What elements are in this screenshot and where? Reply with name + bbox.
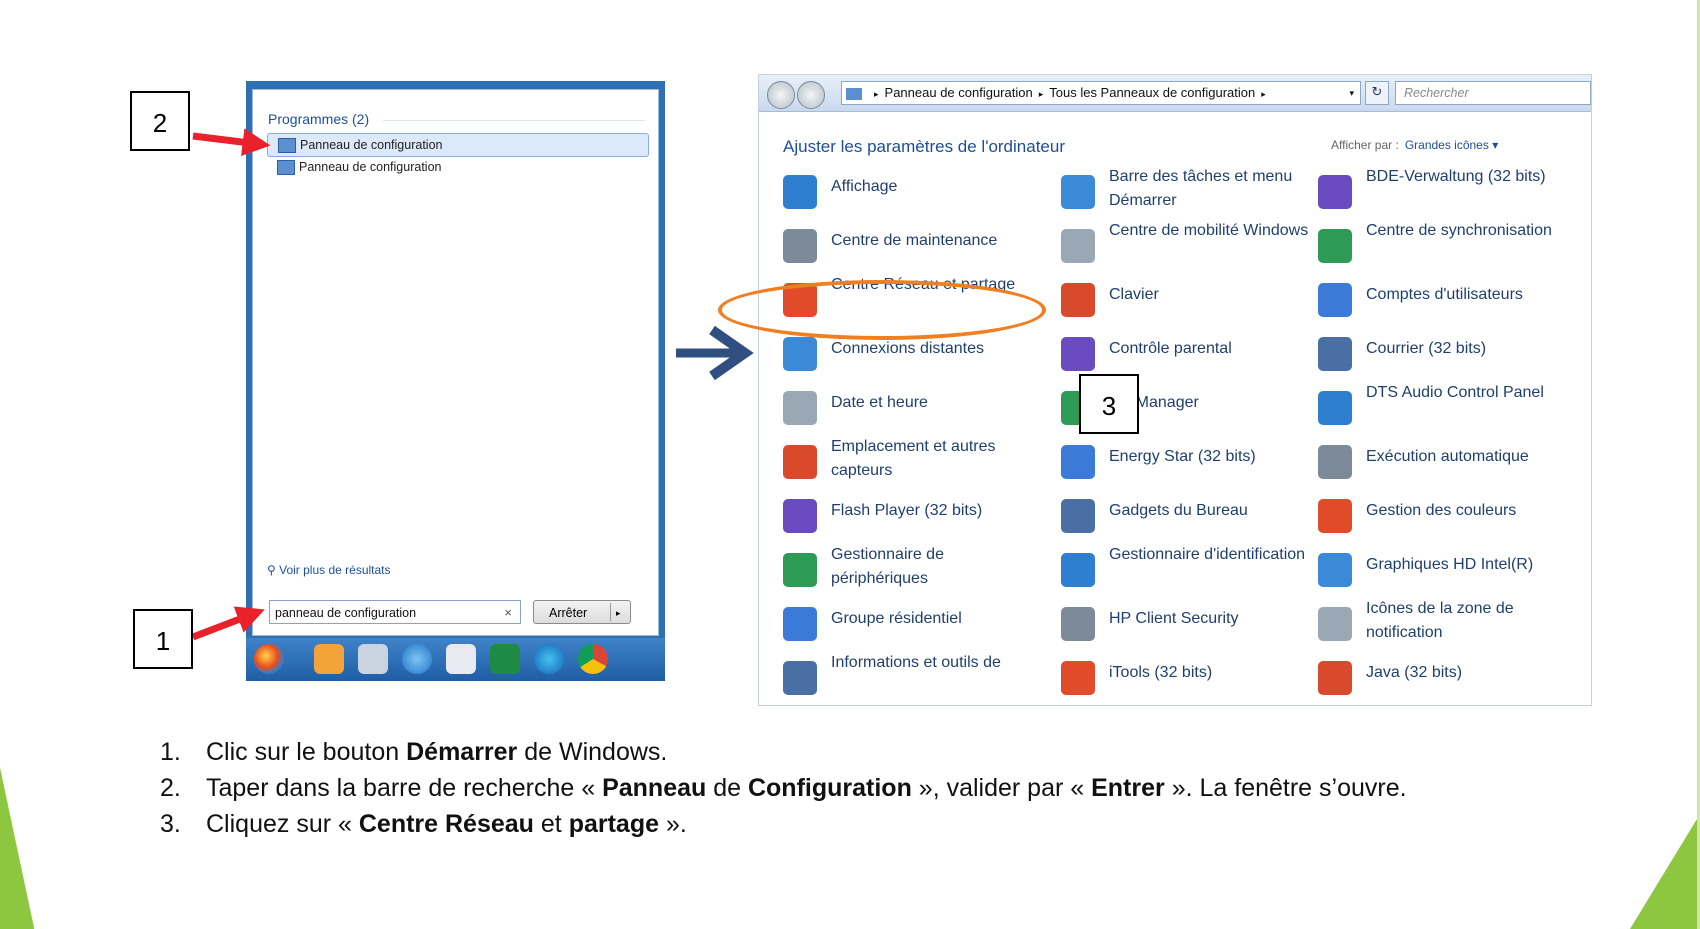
cp-item-label: HP Client Security: [1109, 610, 1239, 627]
control-panel-item-icon: [1061, 229, 1095, 263]
cp-item-label: Affichage: [831, 178, 898, 195]
step-text: et: [533, 810, 569, 838]
cp-item-label: Centre de mobilité Windows: [1109, 222, 1309, 239]
forward-button[interactable]: [797, 81, 825, 109]
instruction-step: 1. Clic sur le bouton Démarrer de Windows…: [160, 734, 1407, 770]
step-marker-1: 1: [133, 609, 193, 669]
control-panel-item-icon: [783, 229, 817, 263]
control-panel-item-icon: [1318, 175, 1352, 209]
control-panel-item-icon: [1318, 661, 1352, 695]
cp-item-label: Connexions distantes: [831, 340, 984, 357]
cp-item-label: Graphiques HD Intel(R): [1366, 556, 1534, 573]
control-panel-item-icon: [1061, 283, 1095, 317]
cp-item-label: Courrier (32 bits): [1366, 340, 1487, 357]
control-panel-item-icon: [1318, 337, 1352, 371]
cp-item-label: Gestion des couleurs: [1366, 502, 1517, 519]
cp-item-label: Exécution automatique: [1366, 448, 1529, 465]
step-keyword: Entrer: [1091, 774, 1165, 802]
step-keyword: Démarrer: [406, 738, 518, 766]
breadcrumb-all-panels[interactable]: Tous les Panneaux de configuration: [1049, 85, 1255, 100]
cp-item-label: Flash Player (32 bits): [831, 502, 983, 519]
control-panel-item-icon: [1318, 283, 1352, 317]
control-panel-item-icon: [783, 175, 817, 209]
step-text: ».: [659, 810, 687, 838]
instruction-step: 3. Cliquez sur « Centre Réseau et partage…: [160, 806, 1407, 842]
step-text: Clic sur le bouton: [206, 738, 407, 766]
cp-item-label: Groupe résidentiel: [831, 610, 962, 627]
cp-item-label: BDE-Verwaltung (32 bits): [1366, 168, 1546, 185]
step-text: de Windows.: [517, 738, 668, 766]
step-keyword: partage: [568, 810, 659, 838]
step-keyword: Centre Réseau: [358, 810, 534, 838]
control-panel-item-icon: [783, 337, 817, 371]
control-panel-item-icon: [783, 445, 817, 479]
step-text: Taper dans la barre de recherche «: [206, 774, 603, 802]
step-text: ». La fenêtre s’ouvre.: [1164, 774, 1407, 802]
arrow-to-result: [192, 128, 271, 157]
control-panel-item-icon: [1061, 175, 1095, 209]
computer-icon: [846, 87, 862, 100]
back-button[interactable]: [767, 81, 795, 109]
control-panel-item-icon: [783, 607, 817, 641]
breadcrumb-control-panel[interactable]: Panneau de configuration: [885, 85, 1033, 100]
cp-item-label: Centre de synchronisation: [1366, 222, 1552, 239]
refresh-button[interactable]: ↻: [1365, 81, 1389, 105]
control-panel-item-icon: [1061, 499, 1095, 533]
address-dropdown-icon[interactable]: ▾: [1349, 82, 1354, 104]
control-panel-item-icon: [1318, 391, 1352, 425]
cp-item-label: iTools (32 bits): [1109, 664, 1213, 681]
cp-item-label: Barre des tâches et menu Démarrer: [1109, 168, 1293, 209]
step-text: », valider par «: [911, 774, 1092, 802]
cp-item-label: Gestionnaire d'identification: [1109, 546, 1306, 563]
step-marker-3: 3: [1079, 374, 1139, 434]
cp-item-label: Emplacement et autres capteurs: [831, 438, 996, 479]
control-panel-item-icon: [1318, 607, 1352, 641]
cp-item-label: ers Manager: [1109, 394, 1199, 411]
highlight-ellipse: [718, 280, 1046, 340]
control-panel-item-icon: [783, 499, 817, 533]
control-panel-item-icon: [1318, 499, 1352, 533]
arrow-to-search: [191, 606, 265, 641]
control-panel-window: ▸ Panneau de configuration ▸ Tous les Panne…: [758, 74, 1592, 706]
cp-item-label: Clavier: [1109, 286, 1159, 303]
cp-item-label: Java (32 bits): [1366, 664, 1463, 681]
address-bar[interactable]: ▸ Panneau de configuration ▸ Tous les Panne…: [841, 81, 1361, 105]
control-panel-item-icon: [1061, 661, 1095, 695]
cp-item-label: Date et heure: [831, 394, 928, 411]
control-panel-toolbar: ▸ Panneau de configuration ▸ Tous les Panne…: [759, 75, 1591, 112]
control-panel-item-icon: [1318, 445, 1352, 479]
cp-item-label: Informations et outils de: [831, 654, 1001, 671]
step-number: 2.: [160, 774, 181, 802]
step-keyword: Panneau: [602, 774, 707, 802]
cp-item-label: DTS Audio Control Panel: [1366, 384, 1544, 401]
cp-item-label: Energy Star (32 bits): [1109, 448, 1256, 465]
cp-item-label: Contrôle parental: [1109, 340, 1232, 357]
instruction-step: 2. Taper dans la barre de recherche « Pan…: [160, 770, 1407, 806]
cp-item-label: Comptes d'utilisateurs: [1366, 286, 1523, 303]
control-panel-item-icon: [783, 391, 817, 425]
control-panel-title: Ajuster les paramètres de l'ordinateur: [783, 137, 1065, 156]
control-panel-item-icon: [783, 553, 817, 587]
cp-item-label: Icônes de la zone de notification: [1366, 600, 1514, 641]
cp-item-label: Gestionnaire de périphériques: [831, 546, 944, 587]
control-panel-item-icon: [1061, 607, 1095, 641]
instruction-list: 1. Clic sur le bouton Démarrer de Windows…: [160, 734, 1407, 842]
step-keyword: Configuration: [747, 774, 912, 802]
control-panel-item-icon: [1318, 229, 1352, 263]
step-text: de: [706, 774, 748, 802]
control-panel-item-icon: [783, 661, 817, 695]
cp-item-label: Centre de maintenance: [831, 232, 998, 249]
control-panel-item-icon: [1061, 337, 1095, 371]
control-panel-item-icon: [1061, 553, 1095, 587]
control-panel-item-icon: [1061, 445, 1095, 479]
view-by-dropdown[interactable]: Grandes icônes ▾: [1405, 138, 1498, 152]
view-by: Afficher par : Grandes icônes ▾: [1331, 138, 1499, 152]
control-panel-search[interactable]: Rechercher: [1395, 81, 1591, 105]
step-number: 3.: [160, 810, 181, 838]
step-text: Cliquez sur «: [206, 810, 359, 838]
control-panel-item-icon: [1318, 553, 1352, 587]
step-marker-2: 2: [130, 91, 190, 151]
cp-item-label: Gadgets du Bureau: [1109, 502, 1248, 519]
step-number: 1.: [160, 738, 181, 766]
